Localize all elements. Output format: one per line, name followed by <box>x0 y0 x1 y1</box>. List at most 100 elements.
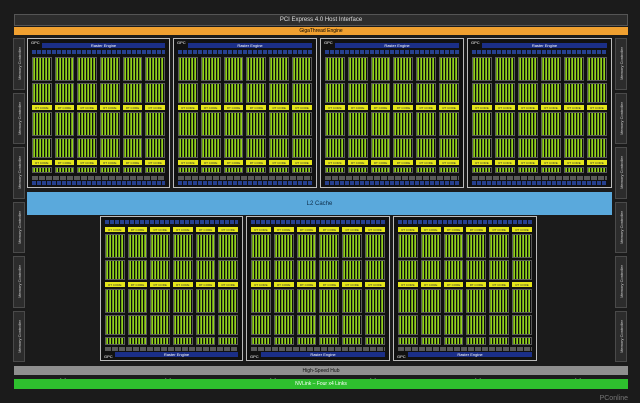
gpc-label: GPC <box>397 354 406 359</box>
gpc-label: GPC <box>177 40 186 45</box>
rt-core-row: RT CORE RT CORE RT CORE RT CORE RT CORE RT CO… <box>32 160 166 165</box>
polymorph-row <box>251 347 385 351</box>
streaming-multiprocessor <box>466 234 487 258</box>
streaming-multiprocessor <box>472 83 492 103</box>
streaming-multiprocessor <box>564 138 584 158</box>
streaming-multiprocessor <box>541 83 561 103</box>
rt-core: RT CORE <box>296 227 317 232</box>
rt-core: RT CORE <box>195 227 216 232</box>
rt-core: RT CORE <box>325 160 345 165</box>
streaming-multiprocessor <box>416 112 437 136</box>
streaming-multiprocessor <box>218 315 239 335</box>
rt-core: RT CORE <box>100 105 120 110</box>
rt-core: RT CORE <box>145 105 166 110</box>
sm-row <box>251 315 385 335</box>
texture-row <box>32 50 165 54</box>
rt-core: RT CORE <box>495 105 515 110</box>
sm-row <box>472 138 607 158</box>
streaming-multiprocessor <box>178 83 198 103</box>
streaming-multiprocessor <box>587 57 607 81</box>
rt-core: RT CORE <box>325 105 345 110</box>
sm-row <box>325 138 459 158</box>
streaming-multiprocessor <box>495 83 515 103</box>
streaming-multiprocessor <box>587 83 607 103</box>
streaming-multiprocessor <box>325 167 345 173</box>
streaming-multiprocessor <box>342 234 363 258</box>
streaming-multiprocessor <box>416 57 437 81</box>
streaming-multiprocessor <box>296 234 317 258</box>
sm-row <box>178 167 312 173</box>
streaming-multiprocessor <box>100 57 120 81</box>
streaming-multiprocessor <box>466 315 487 335</box>
streaming-multiprocessor <box>439 138 459 158</box>
rt-core: RT CORE <box>466 282 487 287</box>
memory-controller: Memory Controller <box>13 310 25 362</box>
streaming-multiprocessor <box>246 138 267 158</box>
streaming-multiprocessor <box>218 289 239 313</box>
sm-row <box>178 57 312 81</box>
streaming-multiprocessor <box>416 83 437 103</box>
rt-core: RT CORE <box>223 160 244 165</box>
rt-core: RT CORE <box>587 105 607 110</box>
streaming-multiprocessor <box>223 83 244 103</box>
rt-core: RT CORE <box>77 160 98 165</box>
streaming-multiprocessor <box>319 260 340 280</box>
streaming-multiprocessor <box>296 289 317 313</box>
streaming-multiprocessor <box>292 83 312 103</box>
streaming-multiprocessor <box>273 289 294 313</box>
streaming-multiprocessor <box>200 112 221 136</box>
streaming-multiprocessor <box>319 234 340 258</box>
sm-row <box>398 315 532 335</box>
rt-core: RT CORE <box>296 282 317 287</box>
rt-core-row: RT CORE RT CORE RT CORE RT CORE RT CORE RT CO… <box>251 227 385 232</box>
sm-row <box>251 234 385 258</box>
rt-core: RT CORE <box>105 227 125 232</box>
streaming-multiprocessor <box>122 138 143 158</box>
streaming-multiprocessor <box>495 57 515 81</box>
sm-row <box>325 112 459 136</box>
sm-row <box>472 167 607 173</box>
rt-core: RT CORE <box>443 227 464 232</box>
gpc: GPC Raster Engine RT CORE RT CORE RT CORE RT … <box>27 38 170 188</box>
rt-core: RT CORE <box>100 160 120 165</box>
polymorph-row <box>178 176 312 180</box>
streaming-multiprocessor <box>420 337 441 345</box>
texture-row <box>32 181 165 185</box>
streaming-multiprocessor <box>398 260 418 280</box>
streaming-multiprocessor <box>269 138 290 158</box>
streaming-multiprocessor <box>420 234 441 258</box>
memory-controller: Memory Controller <box>13 147 25 199</box>
streaming-multiprocessor <box>564 167 584 173</box>
streaming-multiprocessor <box>145 83 166 103</box>
rt-core-row: RT CORE RT CORE RT CORE RT CORE RT CORE RT CO… <box>472 105 607 110</box>
streaming-multiprocessor <box>127 337 148 345</box>
streaming-multiprocessor <box>122 112 143 136</box>
streaming-multiprocessor <box>518 57 538 81</box>
streaming-multiprocessor <box>127 260 148 280</box>
streaming-multiprocessor <box>466 289 487 313</box>
texture-row <box>472 181 607 185</box>
rt-core: RT CORE <box>398 282 418 287</box>
rt-core: RT CORE <box>105 282 125 287</box>
streaming-multiprocessor <box>512 260 532 280</box>
streaming-multiprocessor <box>273 315 294 335</box>
streaming-multiprocessor <box>347 83 368 103</box>
streaming-multiprocessor <box>518 112 538 136</box>
rt-core: RT CORE <box>393 105 414 110</box>
rt-core: RT CORE <box>246 105 267 110</box>
streaming-multiprocessor <box>292 112 312 136</box>
sm-row <box>32 138 166 158</box>
polymorph-row <box>105 347 238 351</box>
raster-engine: Raster Engine <box>42 43 165 48</box>
memory-controller: Memory Controller <box>615 256 627 308</box>
rt-core: RT CORE <box>145 160 166 165</box>
raster-engine: Raster Engine <box>261 352 385 357</box>
streaming-multiprocessor <box>100 167 120 173</box>
rt-core: RT CORE <box>269 160 290 165</box>
streaming-multiprocessor <box>365 260 385 280</box>
rt-core: RT CORE <box>541 105 561 110</box>
rt-core: RT CORE <box>564 160 584 165</box>
polymorph-row <box>472 176 607 180</box>
rt-core-row: RT CORE RT CORE RT CORE RT CORE RT CORE RT CO… <box>178 105 312 110</box>
streaming-multiprocessor <box>246 57 267 81</box>
